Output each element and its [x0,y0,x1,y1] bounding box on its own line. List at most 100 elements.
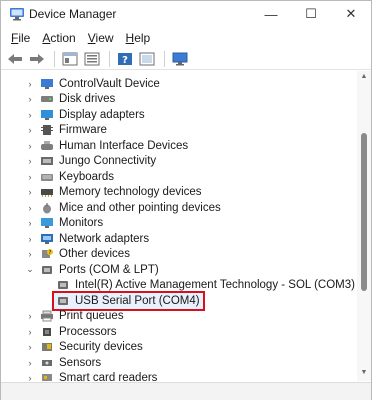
tree-item-label: Disk drives [59,93,116,106]
tree-item-label: Mice and other pointing devices [59,201,221,214]
tree-item-label: USB Serial Port (COM4) [75,294,200,307]
tree-item-label: Network adapters [59,232,150,245]
toolbar-separator [164,50,165,67]
tree-item[interactable]: › Firmware [25,123,107,139]
tree-item[interactable]: › Smart card readers [25,371,158,381]
chevron-right-icon[interactable]: › [25,342,35,352]
tree-item[interactable]: › Keyboards [25,169,114,185]
back-icon [8,53,22,64]
toolbar: ? [1,48,371,70]
menu-file[interactable]: File [5,29,36,47]
status-bar [1,382,371,400]
chevron-right-icon[interactable]: › [25,203,35,213]
chevron-right-icon[interactable]: › [25,110,35,120]
list-view-icon [84,52,100,65]
hid-icon [41,140,53,150]
tree-item-label: Sensors [59,356,102,369]
tree-item[interactable]: › ControlVault Device [25,76,160,92]
tree-item-label: Smart card readers [59,372,158,381]
tree-item[interactable]: › Memory technology devices [25,185,202,201]
minimize-button[interactable]: — [251,1,291,27]
menu-action[interactable]: Action [36,29,81,47]
tree-item-label: Print queues [59,310,124,323]
chevron-right-icon[interactable]: › [25,125,35,135]
port-icon [58,296,68,305]
vertical-scrollbar[interactable]: ▲ ▼ [357,71,371,381]
network-adapter-icon [41,233,53,244]
tree-item[interactable]: › Jungo Connectivity [25,154,157,170]
monitor-icon [172,52,188,65]
tree-item-selected[interactable]: USB Serial Port (COM4) [52,290,205,311]
menu-bar: File Action View Help [1,29,371,47]
scroll-up-icon[interactable]: ▲ [360,73,368,81]
chevron-right-icon[interactable]: › [25,358,35,368]
chevron-right-icon[interactable]: › [25,141,35,151]
list-view-button[interactable] [82,50,102,68]
tree-item-label: ControlVault Device [59,77,160,90]
memory-icon [41,189,53,198]
tree-item[interactable]: › Sensors [25,355,102,371]
display-adapter-icon [41,109,53,120]
device-view-button[interactable] [137,50,157,68]
chevron-right-icon[interactable]: › [25,94,35,104]
help-button[interactable]: ? [115,50,135,68]
back-button[interactable] [5,50,25,68]
chevron-right-icon[interactable]: › [25,172,35,182]
tree-item-label: Firmware [59,124,107,137]
scroll-down-icon[interactable]: ▼ [360,369,368,377]
security-icon [42,343,52,352]
properties-pane-button[interactable] [60,50,80,68]
maximize-button[interactable]: ☐ [291,1,331,27]
tree-item[interactable]: › Disk drives [25,92,116,108]
tree-item-label: Human Interface Devices [59,139,189,152]
chevron-right-icon[interactable]: › [25,373,35,381]
chevron-right-icon[interactable]: › [25,327,35,337]
close-button[interactable]: ✕ [331,1,371,27]
close-icon: ✕ [345,6,357,21]
processor-icon [43,327,51,336]
chevron-right-icon[interactable]: › [25,234,35,244]
help-icon: ? [118,52,132,66]
menu-help[interactable]: Help [120,29,157,47]
tree-item[interactable]: › Human Interface Devices [25,138,189,154]
tree-item[interactable]: Intel(R) Active Management Technology - … [56,278,355,294]
menu-view[interactable]: View [82,29,120,47]
tree-item[interactable]: › Network adapters [25,231,150,247]
tree-item[interactable]: › Processors [25,324,117,340]
tree-item[interactable]: › Print queues [25,309,124,325]
printer-icon [41,310,53,322]
maximize-icon: ☐ [305,6,317,21]
chevron-right-icon[interactable]: › [25,311,35,321]
tree-item[interactable]: › ? Other devices [25,247,130,263]
chevron-down-icon[interactable]: ⌄ [25,264,35,275]
chevron-right-icon[interactable]: › [25,156,35,166]
chevron-right-icon[interactable]: › [25,218,35,228]
port-icon [58,281,68,290]
other-devices-icon: ? [42,249,53,259]
tree-item-label: Security devices [59,341,143,354]
svg-text:?: ? [49,250,52,256]
tree-item-label: Jungo Connectivity [59,155,157,168]
tree-item[interactable]: › Monitors [25,216,104,232]
sensor-icon [42,359,52,366]
scan-hardware-button[interactable] [170,50,190,68]
tree-item-label: Intel(R) Active Management Technology - … [75,279,355,292]
minimize-icon: — [264,6,278,22]
forward-button[interactable] [27,50,47,68]
tree-item[interactable]: › Display adapters [25,107,145,123]
mouse-icon [43,202,51,214]
tree-item[interactable]: ⌄ Ports (COM & LPT) [25,262,158,278]
svg-text:?: ? [122,55,128,66]
forward-icon [30,53,44,64]
scrollbar-thumb[interactable] [361,133,367,291]
chevron-right-icon[interactable]: › [25,187,35,197]
keyboard-icon [41,173,53,181]
tree-item[interactable]: › Security devices [25,340,143,356]
firmware-icon [41,125,53,136]
chevron-right-icon[interactable]: › [25,249,35,259]
toolbar-separator [54,50,55,67]
tree-item[interactable]: › Mice and other pointing devices [25,200,221,216]
monitor-icon [41,218,53,229]
chevron-right-icon[interactable]: › [25,79,35,89]
tree-item-label: Display adapters [59,108,145,121]
